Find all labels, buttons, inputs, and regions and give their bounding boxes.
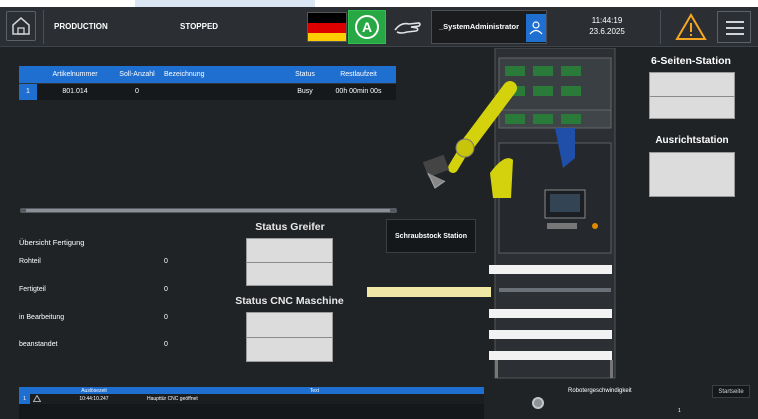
column-header[interactable]: Auslösezeit <box>43 387 145 394</box>
gripper-status-title: Status Greifer <box>255 221 325 233</box>
header-divider <box>43 10 44 44</box>
shelf-bar <box>489 265 612 274</box>
icon-header <box>30 387 43 394</box>
overview-value: 0 <box>164 258 168 265</box>
overview-value: 0 <box>164 314 168 321</box>
shelf-bar <box>489 309 612 318</box>
warning-icon <box>32 394 41 402</box>
robot-speed-value: 1 <box>678 408 681 414</box>
user-badge <box>526 14 546 42</box>
horizontal-scrollbar[interactable] <box>20 208 397 213</box>
gripper-status-box <box>246 238 333 286</box>
clock-date: 23.6.2025 <box>589 27 625 36</box>
overview-title: Übersicht Fertigung <box>19 238 85 247</box>
hand-mode-button[interactable] <box>387 10 427 44</box>
six-sided-station-box <box>649 72 735 119</box>
clock-time: 11:44:19 <box>591 16 623 25</box>
article-table-header: Artikelnummer Soll-Anzahl Bezeichnung St… <box>19 66 396 83</box>
table-row[interactable]: 1 10:44:10.247 Haupttür CNC geöffnet <box>19 394 484 404</box>
alarm-text-cell: Haupttür CNC geöffnet <box>145 394 484 404</box>
index-header <box>19 66 37 83</box>
overview-label: beanstandet <box>19 341 58 348</box>
column-header[interactable]: Restlaufzeit <box>321 66 396 83</box>
automatic-mode-icon: A <box>355 15 379 39</box>
hand-mode-icon <box>394 22 421 34</box>
clock: 11:44:19 23.6.2025 <box>577 15 637 37</box>
alarm-panel: Auslösezeit Text 1 10:44:10.247 Haupttür… <box>19 387 484 419</box>
automatic-mode-letter: A <box>362 19 372 35</box>
status-cell: Busy <box>289 82 321 100</box>
scrollbar-thumb[interactable] <box>26 209 390 212</box>
menu-button[interactable] <box>717 11 751 43</box>
six-sided-station-title: 6-Seiten-Station <box>651 55 731 67</box>
overview-label: in Bearbeitung <box>19 314 65 321</box>
column-header[interactable]: Bezeichnung <box>161 66 289 83</box>
row-index: 1 <box>19 82 37 100</box>
cnc-status-title: Status CNC Maschine <box>235 295 344 307</box>
article-table: Artikelnummer Soll-Anzahl Bezeichnung St… <box>19 66 396 100</box>
target-quantity-cell: 0 <box>113 82 161 100</box>
header-divider <box>660 10 661 44</box>
remaining-time-cell: 00h 00min 00s <box>321 82 396 100</box>
user-icon <box>529 21 543 35</box>
overview-label: Fertigteil <box>19 286 46 293</box>
state-label: STOPPED <box>180 22 219 31</box>
warning-button[interactable] <box>675 12 707 42</box>
overview-value: 0 <box>164 341 168 348</box>
description-cell <box>161 82 289 100</box>
alignment-station-box <box>649 152 735 197</box>
cnc-status-box <box>246 312 333 362</box>
robot-speed-label: Robotergeschwindigkeit <box>568 388 632 394</box>
alarm-table: Auslösezeit Text 1 10:44:10.247 Haupttür… <box>19 387 484 404</box>
table-row[interactable]: 1 801.014 0 Busy 00h 00min 00s <box>19 82 396 100</box>
user-account-button[interactable]: _SystemAdministrator <box>431 10 547 44</box>
start-page-button[interactable]: Startseite <box>712 385 750 398</box>
automatic-mode-button[interactable]: A <box>348 10 386 44</box>
alarm-table-header: Auslösezeit Text <box>19 387 484 394</box>
shelf-bar <box>489 351 612 360</box>
alignment-station-title: Ausrichtstation <box>655 135 729 146</box>
column-header[interactable]: Text <box>145 387 484 394</box>
alarm-time-cell: 10:44:10.247 <box>43 394 145 404</box>
shelf-bar <box>489 330 612 339</box>
top-strip <box>0 0 758 7</box>
german-flag-icon <box>308 13 346 41</box>
language-flag-button[interactable] <box>307 12 347 42</box>
home-icon <box>12 17 30 35</box>
column-header[interactable]: Status <box>289 66 321 83</box>
overview-label: Rohteil <box>19 258 41 265</box>
column-header[interactable]: Artikelnummer <box>37 66 113 83</box>
robot-speed-slider-knob[interactable] <box>532 397 544 409</box>
column-header[interactable]: Soll-Anzahl <box>113 66 161 83</box>
warning-icon <box>675 13 707 40</box>
index-header <box>19 387 30 394</box>
article-number-cell: 801.014 <box>37 82 113 100</box>
row-index: 1 <box>19 394 30 404</box>
user-name: _SystemAdministrator <box>439 22 520 31</box>
mode-label: PRODUCTION <box>54 22 108 31</box>
overview-value: 0 <box>164 286 168 293</box>
home-button[interactable] <box>6 11 36 41</box>
